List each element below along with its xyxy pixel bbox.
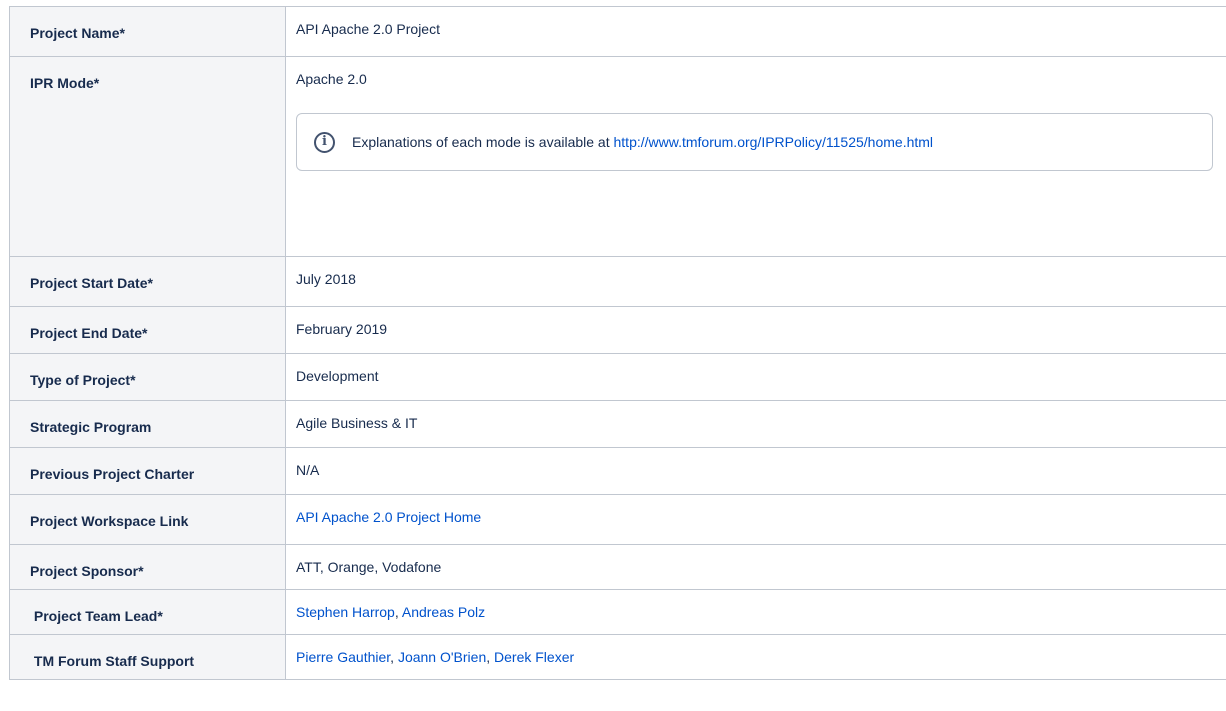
project-end-date-value: February 2019 (285, 306, 1226, 354)
ipr-mode-cell: Apache 2.0 i Explanations of each mode i… (285, 56, 1226, 257)
row-header-project-name: Project Name* (9, 6, 286, 57)
team-lead-link-stephen-harrop[interactable]: Stephen Harrop (296, 604, 395, 620)
info-panel: i Explanations of each mode is available… (296, 113, 1213, 171)
previous-project-charter-value: N/A (285, 447, 1226, 495)
table-row: Project Sponsor* ATT, Orange, Vodafone (9, 544, 1226, 590)
project-name-value: API Apache 2.0 Project (285, 6, 1226, 57)
row-header-tm-forum-staff-support: TM Forum Staff Support (9, 634, 286, 680)
table-row: Type of Project* Development (9, 353, 1226, 401)
project-sponsor-value: ATT, Orange, Vodafone (285, 544, 1226, 590)
row-header-project-workspace-link: Project Workspace Link (9, 494, 286, 545)
row-header-ipr-mode: IPR Mode* (9, 56, 286, 257)
row-header-previous-project-charter: Previous Project Charter (9, 447, 286, 495)
table-row: Project Workspace Link API Apache 2.0 Pr… (9, 494, 1226, 545)
info-icon: i (314, 131, 335, 153)
separator: , (390, 649, 398, 665)
ipr-policy-link[interactable]: http://www.tmforum.org/IPRPolicy/11525/h… (614, 134, 934, 150)
separator: , (486, 649, 495, 665)
row-header-type-of-project: Type of Project* (9, 353, 286, 401)
row-header-strategic-program: Strategic Program (9, 400, 286, 448)
project-workspace-cell: API Apache 2.0 Project Home (285, 494, 1226, 545)
team-lead-link-andreas-polz[interactable]: Andreas Polz (402, 604, 485, 620)
table-row: Project End Date* February 2019 (9, 306, 1226, 354)
separator: , (394, 604, 402, 620)
table-row: TM Forum Staff Support Pierre Gauthier, … (9, 634, 1226, 680)
staff-link-pierre-gauthier[interactable]: Pierre Gauthier (296, 649, 390, 665)
row-header-project-end-date: Project End Date* (9, 306, 286, 354)
table-row: Strategic Program Agile Business & IT (9, 400, 1226, 448)
table-row: Previous Project Charter N/A (9, 447, 1226, 495)
table-row: IPR Mode* Apache 2.0 i Explanations of e… (9, 56, 1226, 257)
project-team-lead-cell: Stephen Harrop, Andreas Polz (285, 589, 1226, 635)
row-header-project-start-date: Project Start Date* (9, 256, 286, 307)
table-row: Project Team Lead* Stephen Harrop, Andre… (9, 589, 1226, 635)
info-panel-text: Explanations of each mode is available a… (352, 132, 933, 152)
info-text: Explanations of each mode is available a… (352, 134, 614, 150)
project-charter-table: Project Name* API Apache 2.0 Project IPR… (9, 6, 1226, 680)
staff-support-cell: Pierre Gauthier, Joann O'Brien, Derek Fl… (285, 634, 1226, 680)
row-header-project-sponsor: Project Sponsor* (9, 544, 286, 590)
strategic-program-value: Agile Business & IT (285, 400, 1226, 448)
staff-link-joann-obrien[interactable]: Joann O'Brien (398, 649, 486, 665)
project-workspace-link[interactable]: API Apache 2.0 Project Home (296, 509, 481, 525)
row-header-project-team-lead: Project Team Lead* (9, 589, 286, 635)
ipr-mode-value: Apache 2.0 (296, 71, 367, 87)
table-row: Project Name* API Apache 2.0 Project (9, 6, 1226, 57)
type-of-project-value: Development (285, 353, 1226, 401)
table-row: Project Start Date* July 2018 (9, 256, 1226, 307)
project-start-date-value: July 2018 (285, 256, 1226, 307)
staff-link-derek-flexer[interactable]: Derek Flexer (494, 649, 574, 665)
